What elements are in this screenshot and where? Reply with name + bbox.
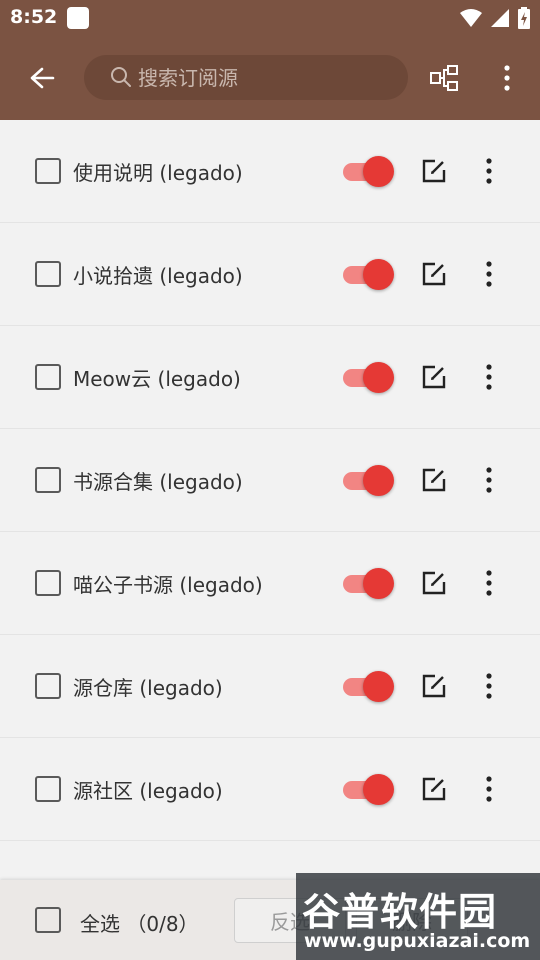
select-all-label[interactable]: 全选 （0/8） [80, 908, 199, 937]
source-name: 源社区 (legado) [73, 779, 223, 803]
notification-icon [67, 7, 89, 29]
signal-icon [491, 9, 509, 27]
arrow-back-icon [30, 67, 55, 89]
source-name: 喵公子书源 (legado) [73, 573, 263, 597]
edit-icon[interactable] [421, 673, 447, 699]
switch-thumb [363, 671, 394, 702]
more-vert-icon [504, 65, 510, 91]
edit-icon[interactable] [421, 570, 447, 596]
system-icons [460, 6, 530, 30]
edit-icon[interactable] [421, 364, 447, 390]
more-vert-icon [486, 364, 492, 390]
more-vert-icon [486, 570, 492, 596]
more-vert-icon [486, 467, 492, 493]
switch-thumb [363, 156, 394, 187]
switch-thumb [363, 362, 394, 393]
switch-thumb [363, 774, 394, 805]
edit-icon[interactable] [421, 776, 447, 802]
list-item[interactable]: 源社区 (legado) [0, 738, 540, 841]
wifi-icon [460, 9, 482, 27]
watermark: 谷普软件园 www.gupuxiazai.com [296, 873, 540, 960]
status-time: 8:52 [10, 6, 58, 28]
more-vert-button[interactable] [477, 156, 501, 186]
row-checkbox[interactable] [35, 570, 61, 596]
search-input[interactable] [138, 55, 398, 100]
group-button[interactable] [424, 60, 464, 96]
switch-thumb [363, 568, 394, 599]
select-all-checkbox[interactable] [35, 907, 61, 933]
source-name: Meow云 (legado) [73, 367, 241, 391]
list-item[interactable]: 喵公子书源 (legado) [0, 532, 540, 635]
row-checkbox[interactable] [35, 673, 61, 699]
enable-switch[interactable] [340, 670, 396, 702]
row-checkbox[interactable] [35, 261, 61, 287]
more-vert-button[interactable] [477, 362, 501, 392]
edit-icon[interactable] [421, 467, 447, 493]
more-button[interactable] [492, 60, 522, 96]
edit-icon[interactable] [421, 158, 447, 184]
enable-switch[interactable] [340, 258, 396, 290]
enable-switch[interactable] [340, 773, 396, 805]
source-name: 使用说明 (legado) [73, 161, 243, 185]
enable-switch[interactable] [340, 567, 396, 599]
switch-thumb [363, 465, 394, 496]
toolbar [0, 36, 540, 120]
more-vert-button[interactable] [477, 774, 501, 804]
more-vert-icon [486, 673, 492, 699]
list-item[interactable]: 使用说明 (legado) [0, 120, 540, 223]
source-name: 小说拾遗 (legado) [73, 264, 243, 288]
source-list: 使用说明 (legado) 小说拾遗 (legado) Meow云 (legad… [0, 120, 540, 841]
more-vert-button[interactable] [477, 465, 501, 495]
search-box[interactable] [84, 55, 408, 100]
search-icon [111, 67, 131, 87]
back-button[interactable] [22, 56, 62, 100]
battery-charging-icon [518, 7, 530, 29]
enable-switch[interactable] [340, 361, 396, 393]
group-icon [430, 65, 458, 91]
switch-thumb [363, 259, 394, 290]
more-vert-button[interactable] [477, 259, 501, 289]
edit-icon[interactable] [421, 261, 447, 287]
source-name: 书源合集 (legado) [73, 470, 243, 494]
row-checkbox[interactable] [35, 364, 61, 390]
list-item[interactable]: 源仓库 (legado) [0, 635, 540, 738]
more-vert-icon [486, 261, 492, 287]
source-name: 源仓库 (legado) [73, 676, 223, 700]
row-checkbox[interactable] [35, 467, 61, 493]
list-item[interactable]: Meow云 (legado) [0, 326, 540, 429]
list-item[interactable]: 书源合集 (legado) [0, 429, 540, 532]
enable-switch[interactable] [340, 464, 396, 496]
more-vert-icon [486, 158, 492, 184]
watermark-url: www.gupuxiazai.com [304, 930, 531, 952]
row-checkbox[interactable] [35, 776, 61, 802]
list-item[interactable]: 小说拾遗 (legado) [0, 223, 540, 326]
more-vert-button[interactable] [477, 568, 501, 598]
more-vert-icon [486, 776, 492, 802]
status-bar: 8:52 [0, 0, 540, 36]
more-vert-button[interactable] [477, 671, 501, 701]
enable-switch[interactable] [340, 155, 396, 187]
row-checkbox[interactable] [35, 158, 61, 184]
watermark-title: 谷普软件园 [302, 890, 498, 934]
